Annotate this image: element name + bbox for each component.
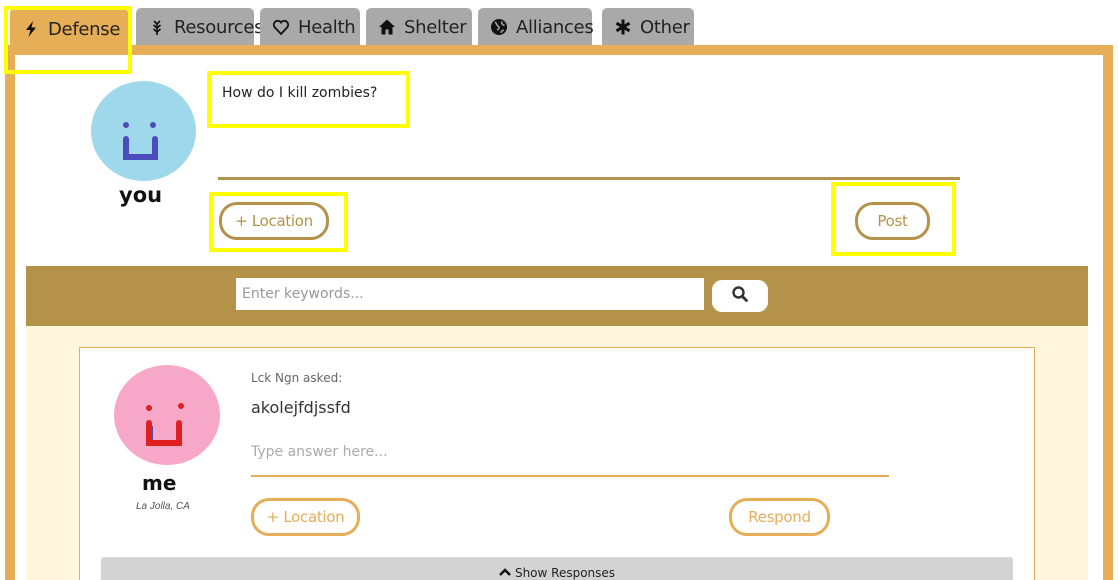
search-bar (26, 266, 1088, 326)
tab-health[interactable]: Health (260, 8, 360, 46)
question-input[interactable]: How do I kill zombies? (218, 80, 960, 180)
post-button[interactable]: Post (855, 202, 930, 240)
tab-label: Resources (174, 16, 264, 38)
home-icon (378, 18, 396, 36)
tab-label: Other (640, 16, 690, 38)
user-name: you (119, 183, 163, 207)
tab-label: Defense (48, 18, 121, 40)
show-responses-button[interactable]: Show Responses (101, 557, 1013, 580)
search-button[interactable] (712, 280, 768, 312)
search-icon (731, 285, 749, 308)
add-location-button[interactable]: + Location (251, 498, 360, 536)
answer-input[interactable] (251, 428, 889, 477)
asker-label: Lck Ngn asked: (251, 371, 343, 385)
show-responses-label: Show Responses (514, 566, 616, 580)
user-name: me (142, 471, 177, 495)
tab-alliances[interactable]: Alliances (478, 8, 594, 46)
lightning-icon (22, 20, 40, 38)
tab-defense[interactable]: Defense (10, 8, 128, 50)
wheat-icon (148, 18, 166, 36)
chevron-up-icon (499, 566, 511, 580)
avatar (91, 81, 196, 181)
tab-other[interactable]: Other (602, 8, 694, 46)
globe-icon (490, 18, 508, 36)
tab-shelter[interactable]: Shelter (366, 8, 472, 46)
tab-label: Alliances (516, 16, 594, 38)
asterisk-icon (614, 18, 632, 36)
tab-label: Health (298, 16, 356, 38)
add-location-button[interactable]: + Location (219, 202, 329, 240)
search-input[interactable] (236, 278, 704, 310)
tab-resources[interactable]: Resources (136, 8, 264, 46)
user-location: La Jolla, CA (136, 501, 190, 512)
heart-icon (272, 18, 290, 36)
tab-label: Shelter (404, 16, 467, 38)
avatar (114, 365, 220, 465)
respond-button[interactable]: Respond (729, 498, 830, 536)
question-text: akolejfdjssfd (251, 398, 351, 417)
